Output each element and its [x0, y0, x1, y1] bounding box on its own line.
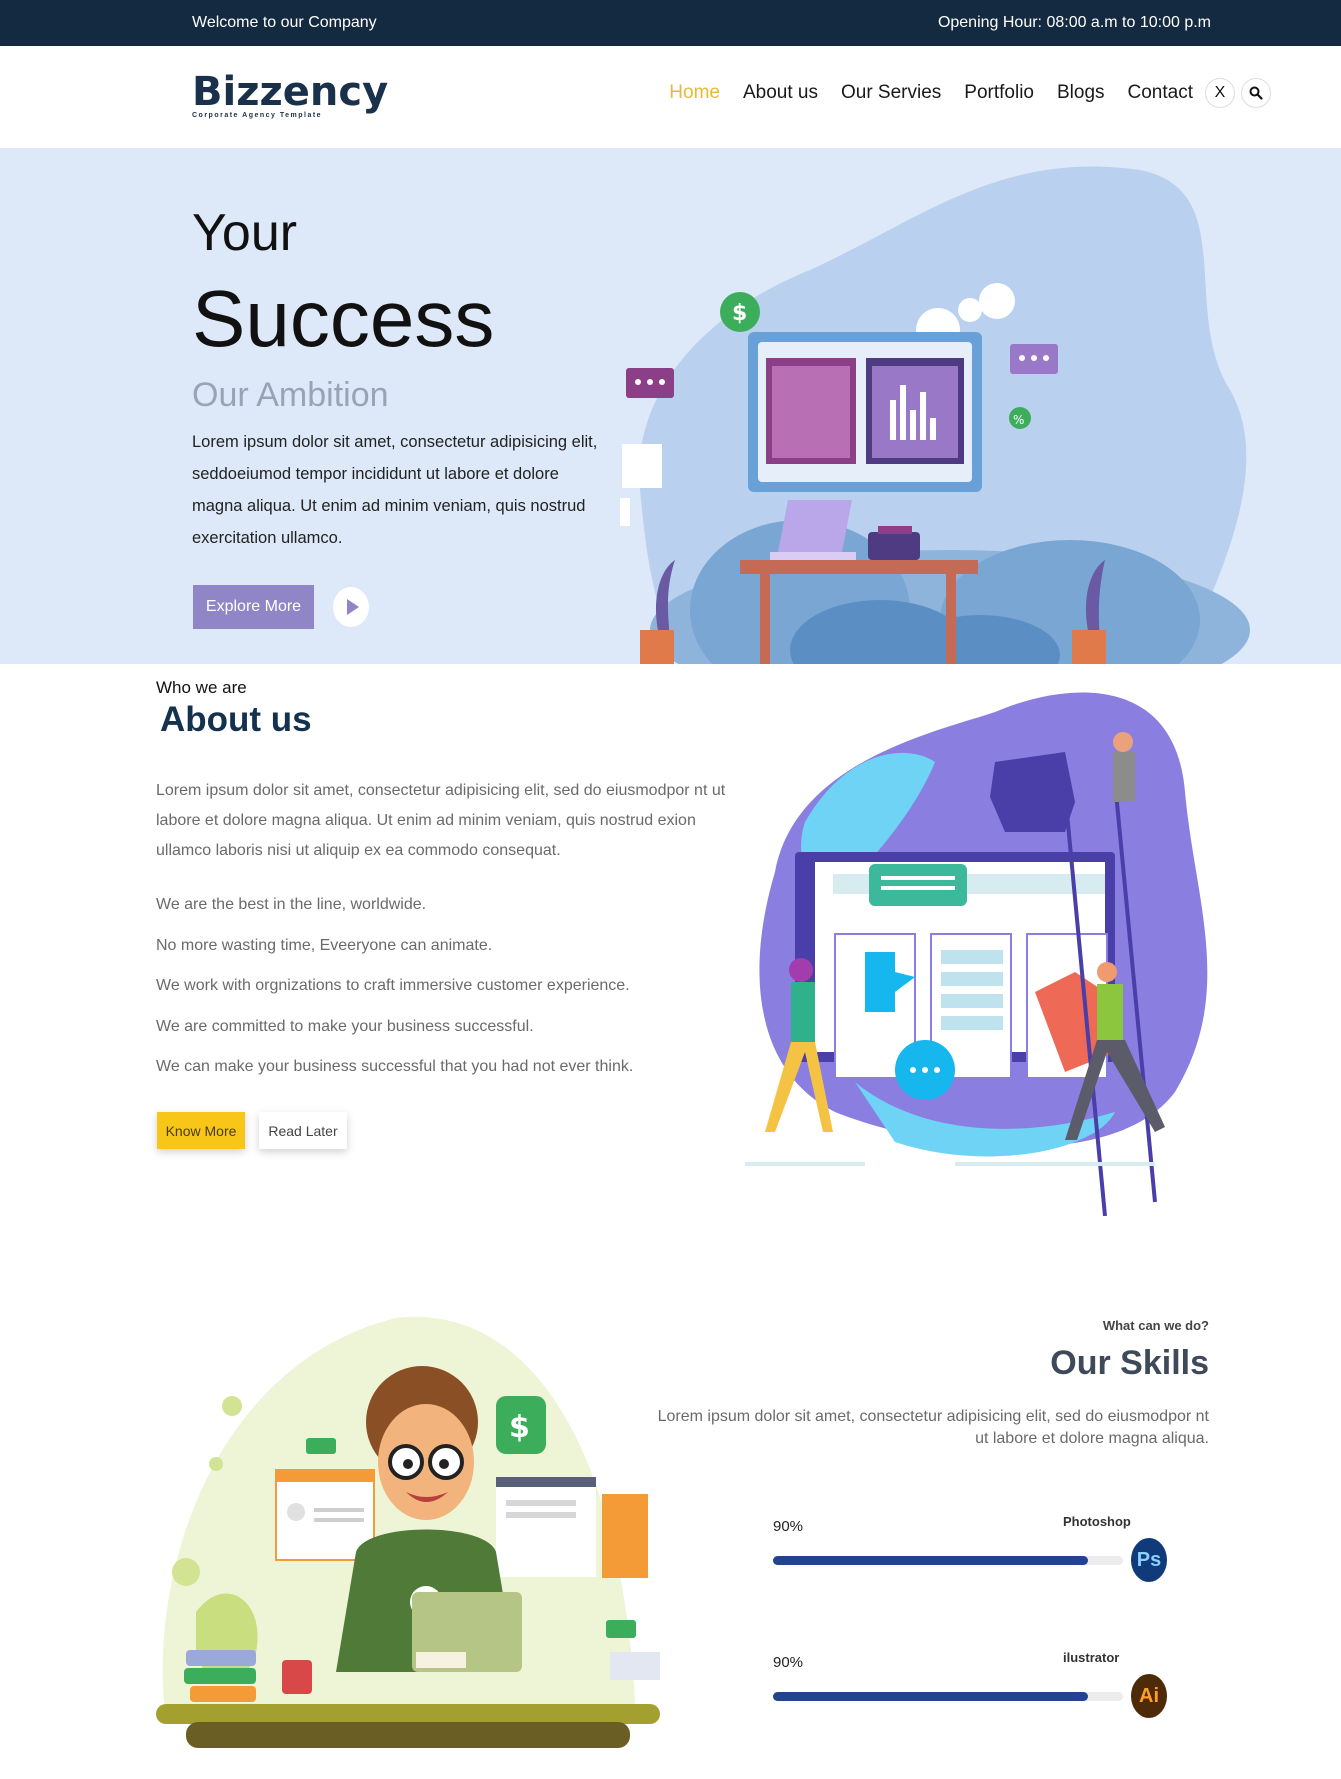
top-bar: Welcome to our Company Opening Hour: 08:… — [0, 0, 1341, 46]
skill-photoshop: 90% Photoshop Ps — [773, 1514, 1173, 1588]
svg-text:$: $ — [509, 1410, 530, 1445]
about-eyebrow: Who we are — [156, 678, 247, 697]
hero-section: Your Success Our Ambition Lorem ipsum do… — [0, 148, 1341, 664]
hero-description: Lorem ipsum dolor sit amet, consectetur … — [192, 433, 598, 547]
hero-line-2: Success — [192, 274, 495, 363]
play-icon — [347, 599, 359, 615]
about-title: About us — [160, 700, 312, 739]
skills-eyebrow: What can we do? — [1102, 1318, 1209, 1333]
list-item: No more wasting time, Eveeryone can anim… — [156, 936, 493, 954]
skill-percent: 90% — [773, 1654, 804, 1671]
list-item: We are committed to make your business s… — [156, 1017, 534, 1035]
skills-description: Lorem ipsum dolor sit amet, consectetur … — [657, 1408, 1209, 1447]
nav-item-blogs[interactable]: Blogs — [1057, 82, 1105, 104]
skill-name: Photoshop — [1063, 1514, 1131, 1529]
skill-name: ilustrator — [1063, 1650, 1120, 1665]
read-later-button[interactable]: Read Later — [259, 1112, 347, 1149]
opening-hours: Opening Hour: 08:00 a.m to 10:00 p.m — [937, 14, 1211, 31]
photoshop-icon: Ps — [1131, 1538, 1167, 1582]
skills-illustration: $ — [156, 1316, 660, 1748]
svg-text:%: % — [1013, 413, 1024, 427]
list-item: We can make your business successful tha… — [156, 1058, 634, 1075]
nav-menu: Home About us Our Servies Portfolio Blog… — [646, 78, 1271, 108]
illustrator-icon: Ai — [1131, 1674, 1167, 1718]
svg-text:$: $ — [732, 301, 747, 326]
explore-more-button[interactable]: Explore More — [193, 585, 314, 629]
skill-illustrator: 90% ilustrator Ai — [773, 1650, 1173, 1724]
list-item: We work with orgnizations to craft immer… — [156, 977, 630, 994]
play-button[interactable] — [333, 587, 369, 627]
progress-fill — [773, 1692, 1088, 1701]
nav-item-home[interactable]: Home — [669, 82, 720, 104]
search-button[interactable] — [1241, 78, 1271, 108]
nav-item-services[interactable]: Our Servies — [841, 82, 941, 104]
about-illustration — [745, 692, 1208, 1216]
close-button[interactable]: X — [1205, 78, 1235, 108]
progress-fill — [773, 1556, 1088, 1565]
hero-illustration: $ % — [620, 166, 1250, 664]
progress-track — [773, 1556, 1123, 1565]
list-item: We are the best in the line, worldwide. — [156, 896, 427, 913]
search-icon — [1249, 86, 1263, 100]
main-navigation: Bizzency Corporate Agency Template Home … — [0, 46, 1341, 148]
nav-item-about[interactable]: About us — [743, 82, 818, 104]
hero-subtitle: Our Ambition — [192, 376, 389, 414]
skill-percent: 90% — [773, 1518, 804, 1535]
hero-line-1: Your — [192, 204, 298, 262]
progress-track — [773, 1692, 1123, 1701]
know-more-button[interactable]: Know More — [157, 1112, 245, 1149]
logo-wordmark: Bizzency — [192, 69, 389, 115]
nav-item-contact[interactable]: Contact — [1128, 82, 1193, 104]
about-points: We are the best in the line, worldwide. … — [156, 892, 633, 1095]
logo[interactable]: Bizzency Corporate Agency Template — [192, 72, 388, 119]
about-description: Lorem ipsum dolor sit amet, consectetur … — [156, 782, 726, 859]
welcome-text: Welcome to our Company — [192, 14, 377, 31]
nav-item-portfolio[interactable]: Portfolio — [964, 82, 1034, 104]
skills-title: Our Skills — [1050, 1344, 1209, 1382]
